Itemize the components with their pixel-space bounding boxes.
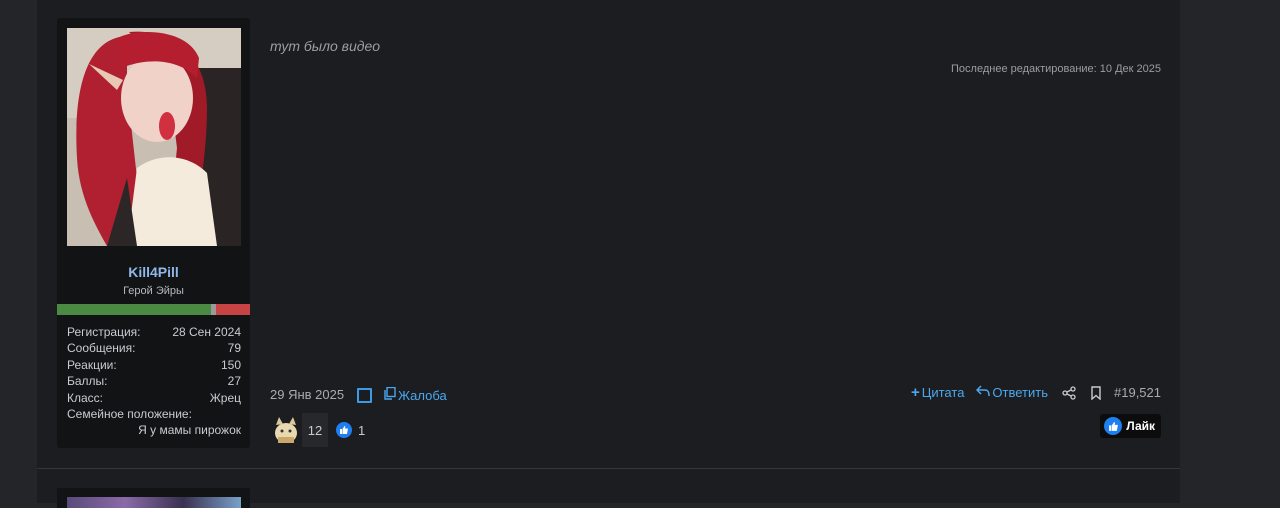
reply-icon — [976, 385, 991, 400]
quote-button[interactable]: + Цитата — [911, 385, 964, 400]
stat-label: Баллы: — [67, 374, 108, 389]
report-label: Жалоба — [398, 387, 447, 403]
edited-note: Последнее редактирование: 10 Дек 2025 — [951, 63, 1161, 75]
stat-value: Жрец — [209, 390, 241, 405]
like-reaction[interactable]: 1 — [336, 422, 365, 438]
post-actions: + Цитата Ответить #19,521 — [899, 385, 1161, 400]
user-stats: Регистрация: 28 Сен 2024 Сообщения: 79 Р… — [67, 324, 241, 439]
stat-class: Класс: Жрец — [67, 390, 241, 406]
reputation-negative — [216, 304, 250, 315]
stat-value: 150 — [220, 357, 241, 372]
post-body-text: тут было видео — [270, 38, 381, 54]
share-icon[interactable] — [1062, 385, 1076, 400]
user-avatar[interactable] — [67, 28, 241, 246]
stat-messages: Сообщения: 79 — [67, 340, 241, 356]
stat-registration: Регистрация: 28 Сен 2024 — [67, 324, 241, 340]
stat-label: Реакции: — [67, 357, 117, 372]
reaction-count[interactable]: 12 — [302, 413, 328, 447]
post-divider — [37, 468, 1180, 469]
stat-label: Семейное положение: — [67, 407, 192, 422]
like-count: 1 — [358, 422, 366, 438]
reply-button[interactable]: Ответить — [976, 385, 1048, 400]
user-card: Kill4Pill Герой Эйры Регистрация: 28 Сен… — [57, 18, 250, 448]
reputation-positive — [57, 304, 211, 315]
quote-label: Цитата — [921, 385, 965, 400]
report-icon — [384, 386, 396, 403]
user-title: Герой Эйры — [123, 285, 184, 297]
report-link[interactable]: Жалоба — [384, 386, 447, 403]
like-icon — [336, 422, 352, 438]
reputation-bar — [57, 304, 250, 315]
plus-icon: + — [910, 384, 920, 401]
stat-family-value: Я у мамы пирожок — [138, 423, 241, 438]
post-number[interactable]: #19,521 — [1114, 385, 1161, 400]
reaction-cat-icon[interactable] — [270, 413, 302, 447]
reactions-bar: 12 1 — [270, 413, 365, 447]
post-date[interactable]: 29 Янв 2025 — [270, 387, 344, 402]
stat-value: 27 — [227, 374, 241, 389]
stat-family: Семейное положение: — [67, 406, 241, 422]
stat-label: Регистрация: — [67, 325, 141, 339]
select-checkbox[interactable] — [357, 388, 372, 403]
reply-label: Ответить — [992, 385, 1048, 400]
like-label: Лайк — [1126, 419, 1155, 433]
stat-value[interactable]: 79 — [228, 340, 241, 356]
like-button[interactable]: Лайк — [1100, 414, 1161, 438]
bookmark-icon[interactable] — [1090, 385, 1102, 400]
stat-label: Класс: — [67, 390, 103, 405]
stat-reactions: Реакции: 150 — [67, 357, 241, 373]
stat-value: 28 Сен 2024 — [172, 325, 241, 339]
stat-label: Сообщения: — [67, 341, 136, 356]
username[interactable]: Kill4Pill — [57, 264, 250, 280]
next-post-user-card — [57, 488, 250, 508]
stat-points: Баллы: 27 — [67, 373, 241, 389]
like-icon — [1104, 417, 1123, 435]
